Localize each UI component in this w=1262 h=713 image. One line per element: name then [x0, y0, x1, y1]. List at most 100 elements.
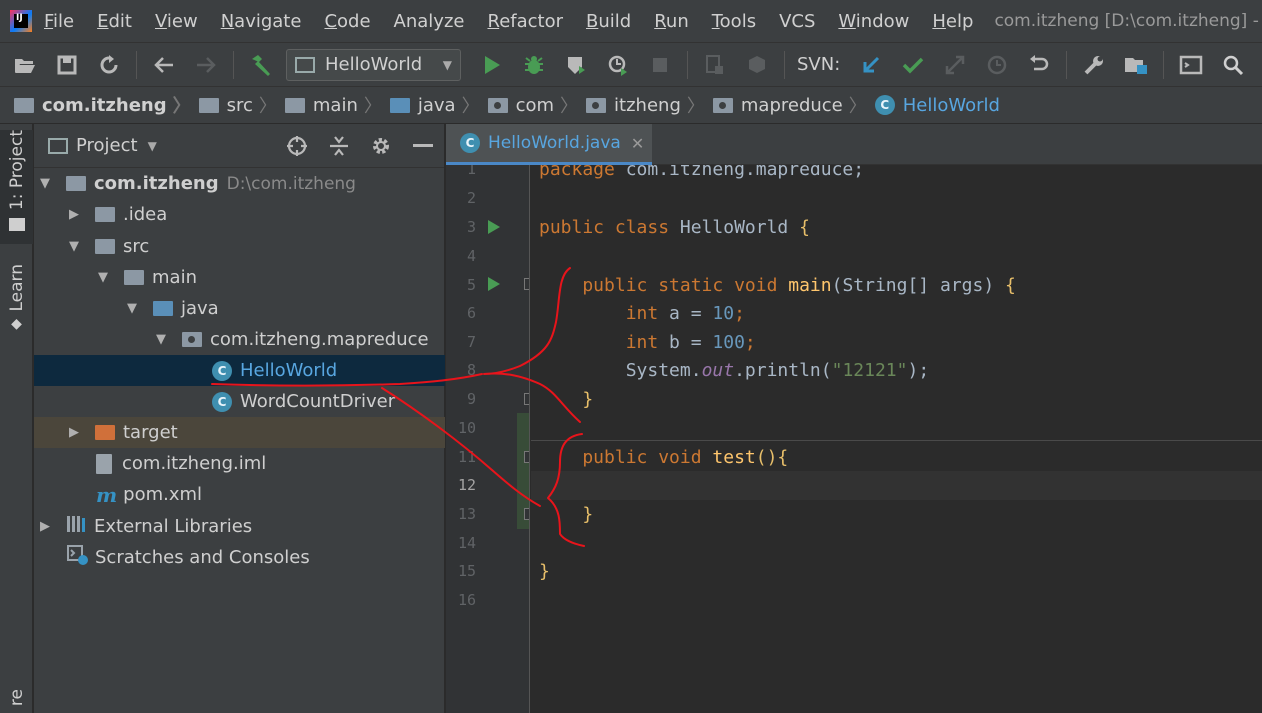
- menu-window[interactable]: Window: [838, 11, 909, 32]
- tab-learn[interactable]: Learn ◆: [0, 264, 33, 332]
- svn-rollback-icon[interactable]: [1024, 50, 1054, 80]
- menu-refactor[interactable]: Refactor: [487, 11, 563, 32]
- expand-arrow-icon[interactable]: ▼: [154, 332, 168, 347]
- project-structure-cube-icon[interactable]: [742, 50, 772, 80]
- method-separator: [531, 440, 1262, 441]
- attach-debugger-icon[interactable]: [700, 50, 730, 80]
- tree-item-target[interactable]: ▶ target: [34, 417, 445, 448]
- tree-item-package[interactable]: ▼ com.itzheng.mapreduce: [34, 324, 445, 355]
- run-class-gutter-icon[interactable]: [488, 220, 500, 234]
- close-icon[interactable]: ✕: [631, 134, 644, 153]
- folder-icon: [8, 218, 25, 232]
- tree-item-java[interactable]: ▼ java: [34, 293, 445, 324]
- terminal-window-icon[interactable]: [1176, 50, 1206, 80]
- back-icon[interactable]: [149, 50, 179, 80]
- tree-item-helloworld[interactable]: C HelloWorld: [34, 355, 445, 386]
- breadcrumb-item-src[interactable]: src 〉: [198, 92, 285, 118]
- build-hammer-icon[interactable]: [246, 50, 276, 80]
- java-class-icon: C: [212, 360, 232, 381]
- collapsed-arrow-icon[interactable]: ▶: [38, 519, 52, 534]
- tree-item-iml[interactable]: com.itzheng.iml: [34, 448, 445, 479]
- collapsed-arrow-icon[interactable]: ▶: [67, 425, 81, 440]
- window-title: com.itzheng [D:\com.itzheng] - ...\src\m…: [994, 11, 1262, 31]
- svn-update-icon[interactable]: [856, 50, 886, 80]
- code-line-8: System.out.println("12121");: [539, 360, 930, 381]
- package-icon: [182, 332, 202, 347]
- save-all-icon[interactable]: [52, 50, 82, 80]
- menu-view[interactable]: View: [155, 11, 198, 32]
- tab-favorites[interactable]: re: [0, 689, 33, 706]
- code-line-3: public class HelloWorld {: [539, 217, 810, 238]
- menu-vcs[interactable]: VCS: [779, 11, 815, 32]
- breadcrumb-item-com[interactable]: com 〉: [487, 92, 586, 118]
- svn-commit-checkmark-icon[interactable]: [898, 50, 928, 80]
- tree-item-main[interactable]: ▼ main: [34, 262, 445, 293]
- run-main-gutter-icon[interactable]: [488, 277, 500, 291]
- debug-bug-icon[interactable]: [519, 50, 549, 80]
- menu-navigate[interactable]: Navigate: [221, 11, 302, 32]
- menu-code[interactable]: Code: [324, 11, 370, 32]
- project-panel-header: Project ▼: [34, 124, 444, 168]
- fold-marker-icon[interactable]: [524, 393, 529, 405]
- module-folder-icon: [66, 176, 86, 191]
- breadcrumb-item-itzheng[interactable]: itzheng 〉: [586, 92, 713, 118]
- tree-item-scratches[interactable]: Scratches and Consoles: [34, 542, 445, 573]
- svn-compare-icon[interactable]: [940, 50, 970, 80]
- tree-item-pom[interactable]: m pom.xml: [34, 479, 445, 510]
- gear-icon[interactable]: [369, 134, 393, 158]
- tree-item-idea[interactable]: ▶ .idea: [34, 199, 445, 230]
- tab-helloworld-java[interactable]: C HelloWorld.java ✕: [446, 124, 652, 165]
- expand-arrow-icon[interactable]: ▼: [67, 239, 81, 254]
- breadcrumb-item-project[interactable]: com.itzheng 〉: [14, 92, 199, 118]
- search-everywhere-icon[interactable]: [1218, 50, 1248, 80]
- tree-item-project-root[interactable]: ▼ com.itzheng D:\com.itzheng: [34, 168, 445, 199]
- project-view-title[interactable]: Project: [76, 135, 138, 156]
- collapsed-arrow-icon[interactable]: ▶: [67, 207, 81, 222]
- breadcrumb-item-helloworld[interactable]: C HelloWorld: [874, 95, 1000, 116]
- run-icon[interactable]: [477, 50, 507, 80]
- line-number: 7: [466, 333, 476, 351]
- line-number: 6: [466, 304, 476, 322]
- breadcrumb-item-main[interactable]: main 〉: [284, 92, 390, 118]
- menu-file[interactable]: File: [44, 11, 74, 32]
- open-folder-icon[interactable]: [10, 50, 40, 80]
- menu-run[interactable]: Run: [654, 11, 689, 32]
- expand-arrow-icon[interactable]: ▼: [38, 176, 52, 191]
- svn-history-clock-icon[interactable]: [982, 50, 1012, 80]
- locate-target-icon[interactable]: [285, 134, 309, 158]
- coverage-icon[interactable]: [561, 50, 591, 80]
- fold-marker-icon[interactable]: [524, 278, 529, 290]
- menu-build[interactable]: Build: [586, 11, 631, 32]
- folder-icon: [284, 97, 305, 113]
- tab-project[interactable]: 1: Project: [0, 130, 33, 244]
- chevron-down-icon[interactable]: ▼: [148, 139, 157, 153]
- settings-wrench-icon[interactable]: [1079, 50, 1109, 80]
- code-editor[interactable]: package com.itzheng.mapreduce; public cl…: [531, 165, 1262, 713]
- line-number: 9: [466, 390, 476, 408]
- expand-arrow-icon[interactable]: ▼: [125, 301, 139, 316]
- java-class-icon: C: [212, 391, 232, 412]
- fold-marker-icon[interactable]: [524, 508, 529, 520]
- stop-icon[interactable]: [645, 50, 675, 80]
- tree-item-external-libraries[interactable]: ▶ External Libraries: [34, 511, 445, 542]
- minimize-icon[interactable]: [411, 134, 435, 158]
- tree-item-src[interactable]: ▼ src: [34, 231, 445, 262]
- menu-tools[interactable]: Tools: [712, 11, 756, 32]
- run-configuration-select[interactable]: HelloWorld ▼: [286, 48, 461, 81]
- fold-marker-icon[interactable]: [524, 451, 529, 463]
- breadcrumb-item-mapreduce[interactable]: mapreduce 〉: [712, 92, 875, 118]
- toolbar-separator: [1163, 50, 1165, 79]
- project-structure-icon[interactable]: [1121, 50, 1151, 80]
- expand-arrow-icon[interactable]: ▼: [96, 270, 110, 285]
- source-folder-icon: [153, 301, 173, 316]
- breadcrumb-item-java[interactable]: java 〉: [389, 92, 488, 118]
- menu-analyze[interactable]: Analyze: [394, 11, 465, 32]
- profiler-icon[interactable]: [603, 50, 633, 80]
- run-config-label: HelloWorld: [325, 54, 423, 75]
- collapse-all-icon[interactable]: [327, 134, 351, 158]
- menu-edit[interactable]: Edit: [97, 11, 132, 32]
- forward-icon[interactable]: [191, 50, 221, 80]
- menu-help[interactable]: Help: [932, 11, 973, 32]
- tree-item-wordcountdriver[interactable]: C WordCountDriver: [34, 386, 445, 417]
- sync-icon[interactable]: [94, 50, 124, 80]
